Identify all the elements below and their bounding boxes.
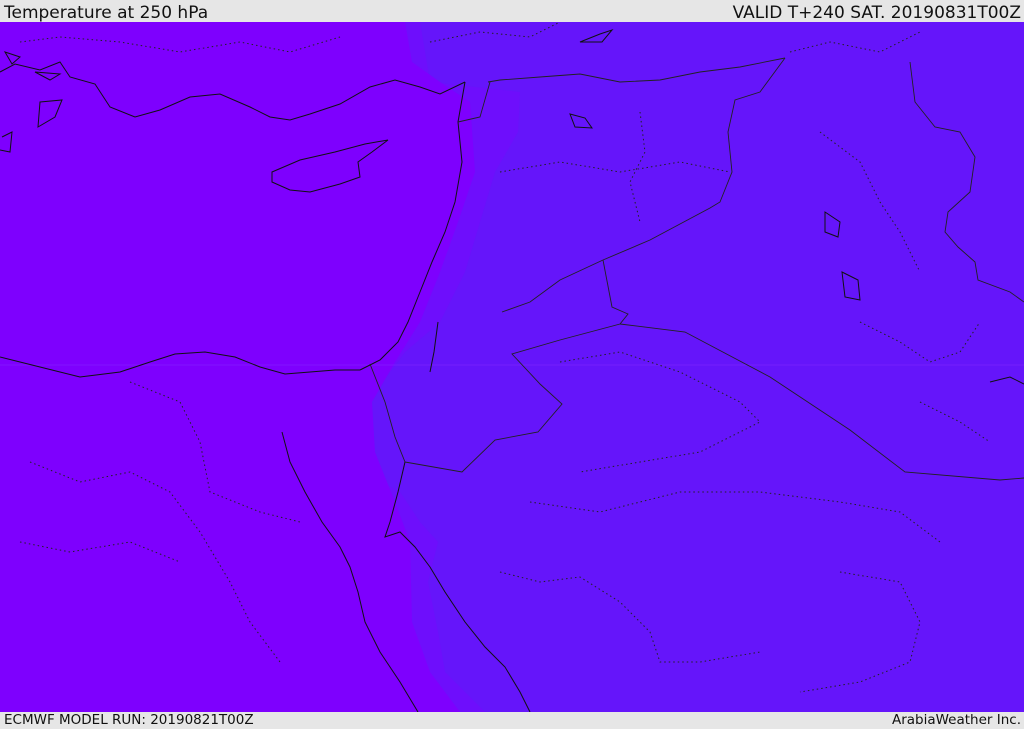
model-run: ECMWF MODEL RUN: 20190821T00Z xyxy=(4,712,254,728)
valid-time: VALID T+240 SAT. 20190831T00Z xyxy=(732,3,1021,23)
map-title: Temperature at 250 hPa xyxy=(4,3,209,23)
header-bar: Temperature at 250 hPa VALID T+240 SAT. … xyxy=(0,0,1024,23)
weather-map xyxy=(0,22,1024,712)
credit-label: ArabiaWeather Inc. xyxy=(891,712,1021,728)
footer-bar: ECMWF MODEL RUN: 20190821T00Z ArabiaWeat… xyxy=(0,712,1024,729)
